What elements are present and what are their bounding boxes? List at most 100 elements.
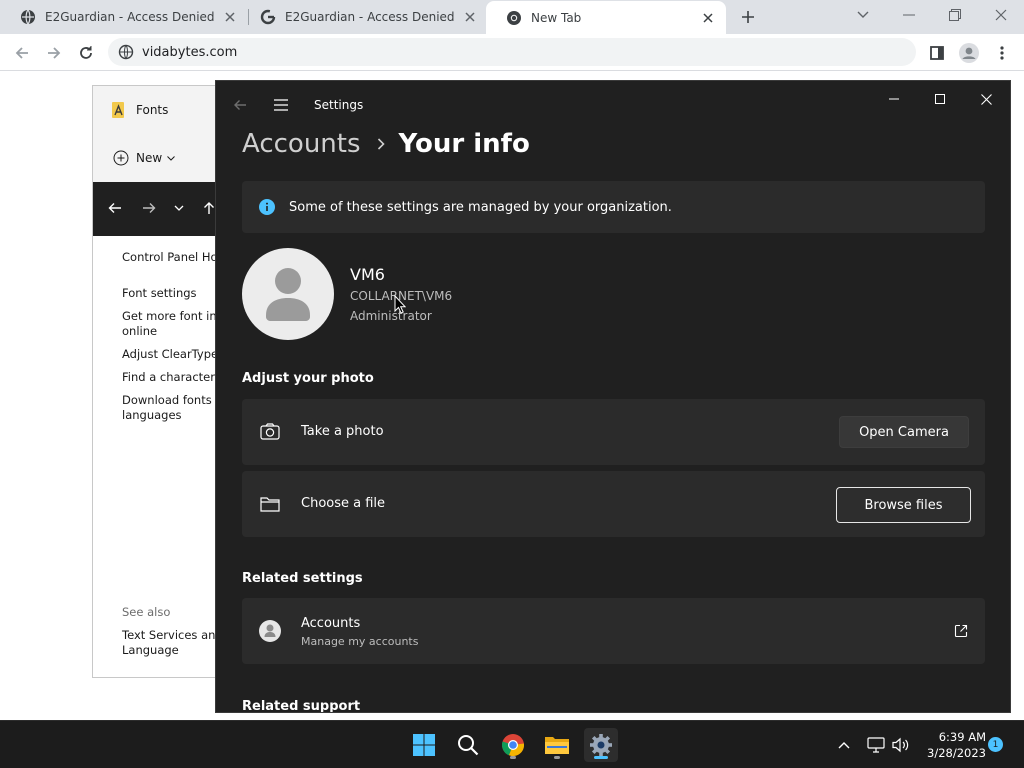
plus-icon <box>113 150 129 166</box>
take-photo-label: Take a photo <box>301 424 384 439</box>
new-button[interactable]: New <box>136 151 162 165</box>
related-settings-heading: Related settings <box>242 571 363 586</box>
folder-icon <box>260 495 280 513</box>
profile-avatar[interactable] <box>958 42 980 64</box>
site-info-icon[interactable] <box>118 44 134 60</box>
get-more-font-info-link-2[interactable]: online <box>122 324 157 339</box>
clock-time: 6:39 AM <box>938 730 986 744</box>
text-services-link-2[interactable]: Language <box>122 643 179 658</box>
choose-file-label: Choose a file <box>301 496 386 511</box>
browser-tabstrip: E2Guardian - Access Denied E2Guardian - … <box>0 0 1024 34</box>
menu-dots-icon[interactable] <box>991 42 1013 64</box>
tab-e2guardian-2[interactable]: E2Guardian - Access Denied <box>240 0 488 34</box>
search-icon[interactable] <box>451 728 485 762</box>
settings-app-title: Settings <box>314 98 364 112</box>
accounts-link-card[interactable]: Accounts Manage my accounts <box>242 598 985 664</box>
forward-button[interactable] <box>43 42 65 64</box>
active-indicator <box>594 756 608 759</box>
take-photo-card: Take a photo Open Camera <box>242 399 985 465</box>
tab-new-tab[interactable]: New Tab <box>486 1 726 34</box>
back-arrow-icon[interactable] <box>107 200 123 216</box>
tab-e2guardian-1[interactable]: E2Guardian - Access Denied <box>0 0 248 34</box>
close-icon[interactable] <box>462 9 478 25</box>
download-fonts-link[interactable]: Download fonts fo <box>122 393 221 408</box>
get-more-font-info-link[interactable]: Get more font info <box>122 309 221 324</box>
address-bar[interactable]: vidabytes.com <box>108 38 916 66</box>
start-button[interactable] <box>407 728 441 762</box>
settings-window: Settings Accounts Your info Some of thes… <box>215 80 1011 713</box>
adjust-photo-heading: Adjust your photo <box>242 371 374 386</box>
volume-icon[interactable] <box>891 735 911 755</box>
external-link-icon <box>954 624 968 638</box>
find-character-link[interactable]: Find a character <box>122 370 215 385</box>
managed-by-organization-banner: Some of these settings are managed by yo… <box>242 181 985 233</box>
tab-title: E2Guardian - Access Denied <box>285 10 455 24</box>
side-panel-icon[interactable] <box>926 42 948 64</box>
back-button[interactable] <box>11 42 33 64</box>
minimize-icon[interactable] <box>879 89 909 109</box>
fonts-command-bar: New <box>93 134 221 182</box>
text-services-link[interactable]: Text Services and I <box>122 628 221 643</box>
page-title: Your info <box>398 129 530 159</box>
avatar <box>242 248 334 340</box>
chrome-taskbar-icon[interactable] <box>496 728 530 762</box>
user-name: VM6 <box>350 265 385 284</box>
maximize-icon[interactable] <box>925 89 955 109</box>
choose-file-card: Choose a file Browse files <box>242 471 985 537</box>
browser-toolbar: vidabytes.com <box>0 34 1024 71</box>
google-g-icon <box>260 9 276 25</box>
new-tab-button[interactable] <box>738 7 758 27</box>
minimize-icon[interactable] <box>896 4 922 26</box>
tab-title: E2Guardian - Access Denied <box>45 10 215 24</box>
accounts-title: Accounts <box>301 616 361 631</box>
see-also-heading: See also <box>122 605 171 619</box>
chevron-down-icon <box>167 155 176 161</box>
account-icon <box>259 620 281 642</box>
forward-arrow-icon[interactable] <box>141 200 157 216</box>
fonts-navigation-bar <box>93 182 221 236</box>
font-settings-link[interactable]: Font settings <box>122 286 197 301</box>
restore-icon[interactable] <box>942 4 968 26</box>
hamburger-menu-icon[interactable] <box>272 97 290 113</box>
settings-gear-icon[interactable] <box>584 728 618 762</box>
chevron-up-icon[interactable] <box>834 735 854 755</box>
reload-button[interactable] <box>75 42 97 64</box>
fonts-window: Fonts New Control Panel Hom Font setting… <box>92 85 222 678</box>
url-text: vidabytes.com <box>142 44 238 60</box>
fonts-folder-icon <box>112 102 126 118</box>
taskbar: 6:39 AM 3/28/2023 1 <box>0 720 1024 768</box>
breadcrumb: Accounts Your info <box>242 129 530 159</box>
camera-icon <box>260 423 280 441</box>
breadcrumb-accounts[interactable]: Accounts <box>242 129 361 159</box>
close-window-icon[interactable] <box>988 4 1014 26</box>
related-support-heading: Related support <box>242 699 361 713</box>
close-icon[interactable] <box>971 89 1001 109</box>
adjust-cleartype-link[interactable]: Adjust ClearType t <box>122 347 221 362</box>
network-icon[interactable] <box>866 735 886 755</box>
close-icon[interactable] <box>700 10 716 26</box>
browse-files-button[interactable]: Browse files <box>836 487 971 523</box>
clock-date: 3/28/2023 <box>927 746 986 760</box>
close-icon[interactable] <box>222 9 238 25</box>
back-arrow-icon[interactable] <box>232 97 248 113</box>
tab-search-icon[interactable] <box>850 4 876 26</box>
fonts-title: Fonts <box>136 103 169 117</box>
control-panel-home-link[interactable]: Control Panel Hom <box>122 250 221 265</box>
download-fonts-link-2[interactable]: languages <box>122 408 182 423</box>
mouse-pointer-icon <box>394 295 406 314</box>
tab-title: New Tab <box>531 10 582 25</box>
running-indicator <box>510 756 516 759</box>
open-camera-button[interactable]: Open Camera <box>839 416 969 448</box>
file-explorer-icon[interactable] <box>540 728 574 762</box>
globe-icon <box>20 9 36 25</box>
banner-text: Some of these settings are managed by yo… <box>289 199 672 215</box>
clock[interactable]: 6:39 AM 3/28/2023 <box>920 729 986 761</box>
recent-locations-icon[interactable] <box>171 200 187 216</box>
notification-badge[interactable]: 1 <box>988 737 1003 752</box>
user-role: Administrator <box>350 309 432 323</box>
chrome-icon <box>506 10 522 26</box>
running-indicator <box>554 756 560 759</box>
info-icon <box>259 199 275 215</box>
chevron-right-icon <box>377 138 385 150</box>
accounts-subtitle: Manage my accounts <box>301 635 419 648</box>
